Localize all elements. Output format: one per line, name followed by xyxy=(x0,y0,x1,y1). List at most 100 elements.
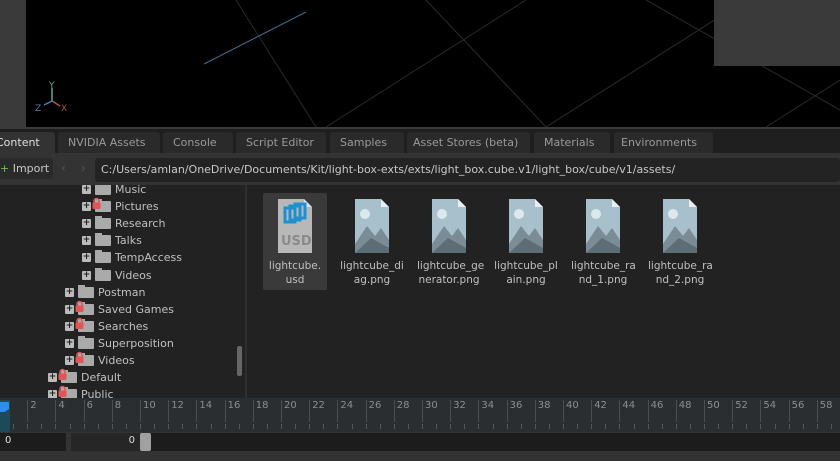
tab-materials[interactable]: Materials xyxy=(534,132,610,153)
minor-tick xyxy=(365,424,367,429)
minor-tick xyxy=(196,424,198,429)
file-name: lightcube_ra nd_2.png xyxy=(648,260,713,286)
expand-icon[interactable]: + xyxy=(65,356,74,365)
tree-item[interactable]: + Videos xyxy=(65,351,135,369)
minor-tick xyxy=(563,424,564,429)
minor-tick xyxy=(478,424,480,429)
file-item[interactable]: lightcube_ge nerator.png xyxy=(417,193,484,290)
start-frame-field[interactable]: 0 xyxy=(0,433,66,451)
file-item[interactable]: lightcube_ra nd_1.png xyxy=(571,193,636,290)
tab-content[interactable]: Content xyxy=(0,132,55,153)
path-input[interactable]: C:/Users/amlan/OneDrive/Documents/Kit/li… xyxy=(95,158,840,182)
tree-item[interactable]: + Searches xyxy=(65,317,149,335)
tick-label: 28 xyxy=(393,400,410,422)
tick-label: 54 xyxy=(760,400,776,422)
minor-tick xyxy=(238,424,240,429)
tick-label: 36 xyxy=(506,400,522,422)
import-label: Import xyxy=(12,162,50,175)
tree-item[interactable]: + Videos xyxy=(82,267,152,284)
minor-tick xyxy=(27,424,29,429)
tree-item-label: TempAccess xyxy=(115,251,182,265)
expand-icon[interactable]: + xyxy=(65,287,74,297)
tree-item[interactable]: + TempAccess xyxy=(82,249,182,266)
tab-label: Script Editor xyxy=(246,136,314,149)
tree-item[interactable]: + Pictures xyxy=(82,197,159,215)
tab-label: Console xyxy=(173,136,217,149)
file-item[interactable]: lightcube_ra nd_2.png xyxy=(648,193,713,290)
tree-item[interactable]: + Music xyxy=(82,185,146,198)
tree-item[interactable]: + Default xyxy=(48,368,122,386)
file-item[interactable]: lightcube_di ag.png xyxy=(340,193,404,290)
tab-script-editor[interactable]: Script Editor xyxy=(236,132,326,153)
expand-icon[interactable]: + xyxy=(82,219,91,229)
minor-tick xyxy=(774,424,776,429)
tab-samples[interactable]: Samples xyxy=(330,132,404,153)
file-name: lightcube_ra nd_1.png xyxy=(571,260,636,286)
expand-icon[interactable]: + xyxy=(82,202,91,212)
tick-label: 30 xyxy=(422,400,438,422)
folder-icon xyxy=(75,317,94,332)
tick-label: 42 xyxy=(591,400,607,422)
axis-y-label: Y xyxy=(48,81,55,91)
folder-icon xyxy=(78,284,94,298)
tree-item[interactable]: + Public xyxy=(48,385,114,398)
minor-tick xyxy=(830,424,832,429)
minor-tick xyxy=(252,424,254,429)
tree-item[interactable]: + Talks xyxy=(82,232,142,249)
minor-tick xyxy=(422,424,423,429)
tab-label: Asset Stores (beta) xyxy=(413,136,519,149)
expand-icon[interactable]: + xyxy=(65,338,74,348)
minor-tick xyxy=(55,424,57,429)
minor-tick xyxy=(323,424,325,429)
tree-item-label: Superposition xyxy=(98,336,174,350)
expand-icon[interactable]: + xyxy=(82,253,91,263)
timeline-ruler[interactable]: 2 4 6 8 10 12 14 16 18 20 22 24 26 28 30 32 34 36 38 40 42 44… xyxy=(0,398,840,432)
tick-label: 24 xyxy=(337,400,353,422)
viewport-overlay-panel xyxy=(714,0,840,66)
tab-nvidia-assets[interactable]: NVIDIA Assets xyxy=(58,132,160,153)
tree-item[interactable]: + Saved Games xyxy=(65,300,174,318)
tree-item[interactable]: + Postman xyxy=(65,284,145,301)
expand-icon[interactable]: + xyxy=(48,390,57,398)
file-grid: USD lightcube. usd lightcube_di ag.png ligh… xyxy=(247,185,840,398)
import-button[interactable]: + Import xyxy=(0,158,53,179)
minor-tick xyxy=(182,424,184,429)
tree-item[interactable]: + Superposition xyxy=(65,335,174,352)
expand-icon[interactable]: + xyxy=(48,373,57,383)
file-item[interactable]: lightcube_pl ain.png xyxy=(494,193,558,290)
tree-item-label: Default xyxy=(81,371,122,385)
range-slider-handle[interactable] xyxy=(140,433,151,451)
expand-icon[interactable]: + xyxy=(65,321,74,331)
tree-item-label: Music xyxy=(115,185,147,196)
tab-label: NVIDIA Assets xyxy=(68,136,146,149)
minor-tick xyxy=(506,424,508,429)
tick-label: 10 xyxy=(140,400,156,422)
panel-tab-bar: Content NVIDIA Assets Console Script Edi… xyxy=(0,129,840,153)
tab-console[interactable]: Console xyxy=(163,132,233,153)
tree-item[interactable]: + Research xyxy=(82,215,165,232)
minor-tick xyxy=(210,424,212,429)
forward-button[interactable]: › xyxy=(81,161,86,175)
minor-tick xyxy=(450,424,452,429)
minor-tick xyxy=(647,424,649,429)
expand-icon[interactable]: + xyxy=(82,270,91,280)
tab-asset-stores[interactable]: Asset Stores (beta) xyxy=(407,132,530,153)
folder-icon xyxy=(95,267,111,281)
expand-icon[interactable]: + xyxy=(82,236,91,246)
tree-item-label: Searches xyxy=(98,319,149,333)
range-slider-track[interactable] xyxy=(71,433,840,451)
back-button[interactable]: ‹ xyxy=(61,161,66,175)
tab-environments[interactable]: Environments xyxy=(614,132,713,153)
minor-tick xyxy=(718,424,720,429)
file-item[interactable]: USD lightcube. usd xyxy=(263,193,327,290)
lock-icon xyxy=(92,197,101,210)
axis-x-label: X xyxy=(61,104,67,114)
tree-item-label: Videos xyxy=(115,268,152,282)
tick-label: 58 xyxy=(816,400,833,422)
expand-icon[interactable]: + xyxy=(65,304,74,314)
expand-icon[interactable]: + xyxy=(82,185,91,194)
tick-label: 16 xyxy=(224,400,240,422)
minor-tick xyxy=(281,424,282,429)
tree-scrollbar[interactable] xyxy=(237,346,242,376)
tick-label: 50 xyxy=(704,400,720,422)
